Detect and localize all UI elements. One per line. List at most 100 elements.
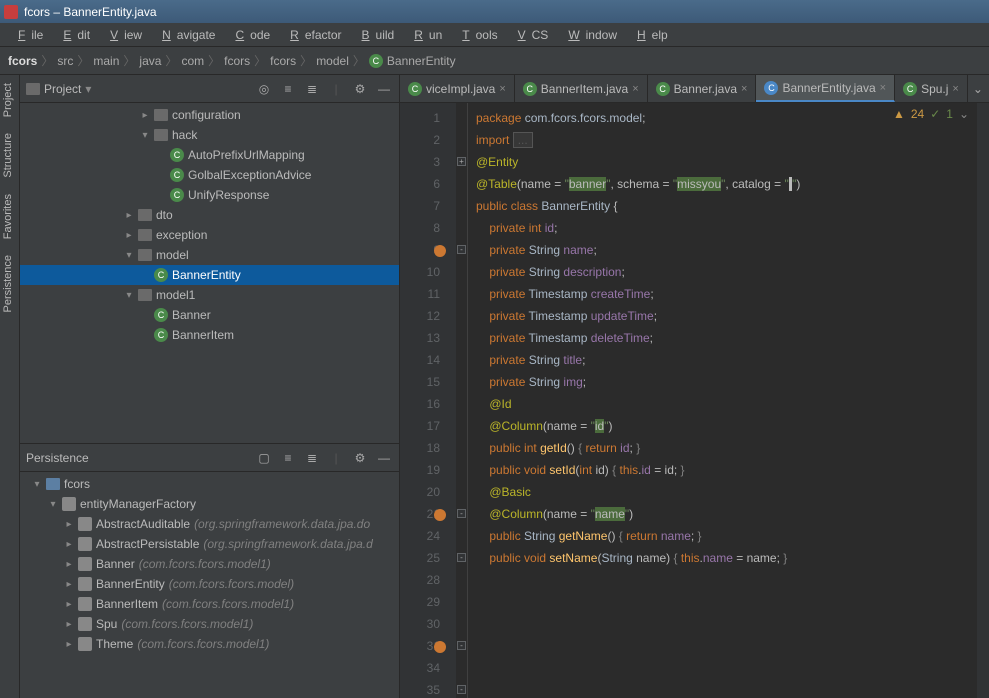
fold-marker[interactable]: - — [457, 553, 466, 562]
marker-strip[interactable] — [977, 103, 989, 698]
close-icon[interactable]: × — [741, 83, 747, 95]
fold-marker[interactable]: - — [457, 641, 466, 650]
expand-arrow[interactable]: ▸ — [64, 639, 74, 650]
tree-row[interactable]: ▸Spu (com.fcors.fcors.model1) — [20, 614, 399, 634]
code-line[interactable]: public class BannerEntity { — [476, 195, 977, 217]
tree-row[interactable]: CGolbalExceptionAdvice — [20, 165, 399, 185]
expand-arrow[interactable]: ▾ — [140, 130, 150, 141]
menu-file[interactable]: File — [6, 26, 49, 44]
expand-arrow[interactable]: ▸ — [64, 519, 74, 530]
locate-icon[interactable]: ◎ — [255, 80, 273, 98]
menu-run[interactable]: Run — [402, 26, 448, 44]
close-icon[interactable]: × — [952, 83, 958, 95]
expand-arrow[interactable]: ▸ — [124, 210, 134, 221]
expand-arrow[interactable]: ▸ — [64, 579, 74, 590]
override-icon[interactable] — [434, 641, 446, 653]
code-line[interactable]: @Column(name = "name") — [476, 503, 977, 525]
breadcrumb-item[interactable]: java — [139, 54, 161, 68]
fold-marker[interactable]: - — [457, 509, 466, 518]
breadcrumb-item[interactable]: fcors — [8, 54, 37, 68]
menu-vcs[interactable]: VCS — [506, 26, 555, 44]
tree-row[interactable]: ▾model — [20, 245, 399, 265]
expand-arrow[interactable]: ▾ — [124, 250, 134, 261]
tree-row[interactable]: ▸exception — [20, 225, 399, 245]
code-line[interactable]: private String img; — [476, 371, 977, 393]
expand-arrow[interactable]: ▸ — [140, 110, 150, 121]
tool-tab-favorites[interactable]: Favorites — [0, 186, 19, 247]
tree-row[interactable]: ▾fcors — [20, 474, 399, 494]
fold-marker[interactable]: - — [457, 685, 466, 694]
editor-tab[interactable]: CviceImpl.java× — [400, 75, 515, 102]
menu-refactor[interactable]: Refactor — [278, 26, 347, 44]
code-line[interactable]: private Timestamp deleteTime; — [476, 327, 977, 349]
tree-row[interactable]: ▸configuration — [20, 105, 399, 125]
editor-tab[interactable]: CBanner.java× — [648, 75, 757, 102]
code-line[interactable]: private Timestamp updateTime; — [476, 305, 977, 327]
code-line[interactable]: public void setName(String name) { this.… — [476, 547, 977, 569]
code-line[interactable]: private String description; — [476, 261, 977, 283]
tree-row[interactable]: ▸BannerItem (com.fcors.fcors.model1) — [20, 594, 399, 614]
expand-icon[interactable]: ≡ — [279, 449, 297, 467]
gear-icon[interactable]: ⚙ — [351, 80, 369, 98]
editor-tab[interactable]: CBannerItem.java× — [515, 75, 648, 102]
tool-tab-persistence[interactable]: Persistence — [0, 247, 19, 320]
code-line[interactable]: private int id; — [476, 217, 977, 239]
override-icon[interactable] — [434, 509, 446, 521]
fold-marker[interactable]: + — [457, 157, 466, 166]
tree-row[interactable]: CUnifyResponse — [20, 185, 399, 205]
fold-marker[interactable]: - — [457, 245, 466, 254]
override-icon[interactable] — [434, 245, 446, 257]
breadcrumb-item[interactable]: fcors — [270, 54, 296, 68]
menu-help[interactable]: Help — [625, 26, 674, 44]
expand-arrow[interactable]: ▸ — [64, 539, 74, 550]
persistence-tree[interactable]: ▾fcors▾entityManagerFactory▸AbstractAudi… — [20, 472, 399, 698]
breadcrumb-item[interactable]: main — [93, 54, 119, 68]
menu-window[interactable]: Window — [556, 26, 623, 44]
tree-row[interactable]: ▾hack — [20, 125, 399, 145]
menu-view[interactable]: View — [98, 26, 148, 44]
code-line[interactable]: private String name; — [476, 239, 977, 261]
code-line[interactable]: public int getId() { return id; } — [476, 437, 977, 459]
project-tree[interactable]: ▸configuration▾hackCAutoPrefixUrlMapping… — [20, 103, 399, 443]
expand-arrow[interactable]: ▸ — [64, 599, 74, 610]
breadcrumb-item[interactable]: src — [57, 54, 73, 68]
expand-arrow[interactable]: ▸ — [64, 619, 74, 630]
code-editor[interactable]: 1236789101112131415161718192021242528293… — [400, 103, 989, 698]
expand-arrow[interactable]: ▾ — [124, 290, 134, 301]
editor-tab[interactable]: CBannerEntity.java× — [756, 75, 895, 102]
menu-code[interactable]: Code — [223, 26, 276, 44]
tree-row[interactable]: ▾entityManagerFactory — [20, 494, 399, 514]
tree-row[interactable]: ▸AbstractAuditable (org.springframework.… — [20, 514, 399, 534]
breadcrumb-item[interactable]: C BannerEntity — [369, 54, 456, 68]
tree-row[interactable]: ▸Theme (com.fcors.fcors.model1) — [20, 634, 399, 654]
tree-row[interactable]: ▸dto — [20, 205, 399, 225]
code-line[interactable]: private String title; — [476, 349, 977, 371]
breadcrumb-item[interactable]: fcors — [224, 54, 250, 68]
tree-row[interactable]: ▸AbstractPersistable (org.springframewor… — [20, 534, 399, 554]
gear-icon[interactable]: ⚙ — [351, 449, 369, 467]
menu-tools[interactable]: Tools — [450, 26, 503, 44]
expand-arrow[interactable]: ▾ — [48, 499, 58, 510]
menu-build[interactable]: Build — [350, 26, 401, 44]
tree-row[interactable]: ▸BannerEntity (com.fcors.fcors.model) — [20, 574, 399, 594]
toolbar-icon[interactable]: ▢ — [255, 449, 273, 467]
collapse-icon[interactable]: ≣ — [303, 449, 321, 467]
close-icon[interactable]: × — [632, 83, 638, 95]
code-line[interactable]: public void setId(int id) { this.id = id… — [476, 459, 977, 481]
expand-arrow[interactable]: ▾ — [32, 479, 42, 490]
minimize-icon[interactable]: — — [375, 449, 393, 467]
menu-navigate[interactable]: Navigate — [150, 26, 221, 44]
tab-overflow[interactable]: ⌄ — [968, 75, 988, 102]
code-line[interactable]: @Id — [476, 393, 977, 415]
chevron-down-icon[interactable]: ⌄ — [959, 107, 969, 121]
code-line[interactable]: public String getName() { return name; } — [476, 525, 977, 547]
tree-row[interactable]: ▸Banner (com.fcors.fcors.model1) — [20, 554, 399, 574]
menu-edit[interactable]: Edit — [51, 26, 96, 44]
breadcrumb-item[interactable]: com — [181, 54, 204, 68]
expand-arrow[interactable]: ▸ — [124, 230, 134, 241]
code-line[interactable]: private Timestamp createTime; — [476, 283, 977, 305]
expand-icon[interactable]: ≡ — [279, 80, 297, 98]
tool-tab-project[interactable]: Project — [0, 75, 19, 125]
tree-row[interactable]: CBanner — [20, 305, 399, 325]
tree-row[interactable]: ▾model1 — [20, 285, 399, 305]
